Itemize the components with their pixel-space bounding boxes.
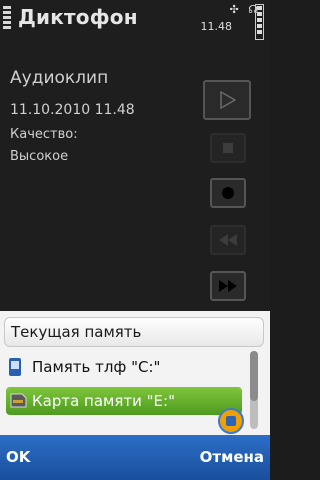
record-button[interactable] [210,178,246,208]
scrollbar-thumb[interactable] [250,351,258,401]
battery-icon [255,4,264,40]
memory-card-icon [8,391,28,413]
clip-datetime: 11.10.2010 11.48 [10,102,135,118]
app-title: Диктофон [18,5,138,29]
rewind-icon [219,234,237,246]
option-label: Память тлф "C:" [32,358,161,376]
cancel-softkey[interactable]: Отмена [200,448,264,466]
rewind-button[interactable] [210,225,246,255]
stop-button[interactable] [210,133,246,163]
record-icon [222,187,234,199]
popup-header: Текущая память [4,317,264,347]
phone-icon [8,357,22,381]
clock: 11.48 [200,20,233,33]
stop-icon [223,143,233,153]
option-phone-memory[interactable]: Память тлф "C:" [6,353,242,381]
watermark-logo [218,408,244,434]
fast-forward-icon [219,280,237,292]
play-icon [220,91,236,109]
recorder-screen: Диктофон ✣ ☊ 11.48 Аудиоклип 11.10.2010 … [0,0,270,480]
softkey-bar: OK Отмена [0,435,270,480]
option-memory-card[interactable]: Карта памяти "E:" [6,387,242,415]
option-label: Карта памяти "E:" [32,392,175,410]
fast-forward-button[interactable] [210,271,246,301]
quality-value: Высокое [10,149,69,164]
ok-softkey[interactable]: OK [6,448,30,466]
play-button[interactable] [203,80,251,120]
clip-name: Аудиоклип [10,68,109,88]
satellite-icon: ✣ [229,3,239,16]
quality-label: Качество: [10,127,78,142]
status-icons: ✣ ☊ [224,3,259,16]
popup-title: Текущая память [11,323,142,341]
signal-strength-icon [3,6,13,36]
